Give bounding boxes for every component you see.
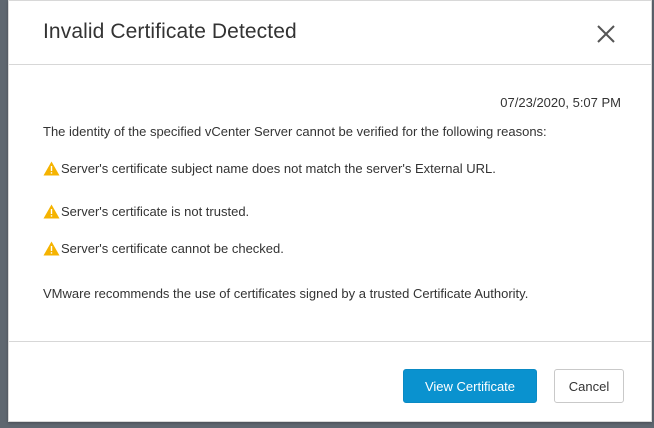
intro-text: The identity of the specified vCenter Se… [43,124,547,139]
reason-text: Server's certificate is not trusted. [61,204,250,219]
invalid-certificate-dialog: Invalid Certificate Detected 07/23/2020,… [8,0,652,422]
warning-icon [43,161,60,176]
dialog-body: 07/23/2020, 5:07 PM The identity of the … [9,65,651,341]
view-certificate-button[interactable]: View Certificate [403,369,537,403]
warning-icon [43,241,60,256]
dialog-header: Invalid Certificate Detected [9,1,651,65]
warning-icon [43,204,60,219]
reason-text: Server's certificate subject name does n… [61,161,496,176]
reason-text: Server's certificate cannot be checked. [61,241,284,256]
close-icon[interactable] [593,21,619,47]
cancel-button[interactable]: Cancel [554,369,624,403]
reason-item: Server's certificate cannot be checked. [43,241,284,256]
dialog-title: Invalid Certificate Detected [43,20,297,43]
reason-item: Server's certificate is not trusted. [43,204,249,219]
reason-item: Server's certificate subject name does n… [43,161,496,176]
timestamp: 07/23/2020, 5:07 PM [500,95,621,110]
dialog-footer: View Certificate Cancel [9,341,651,423]
recommendation-text: VMware recommends the use of certificate… [43,286,529,301]
